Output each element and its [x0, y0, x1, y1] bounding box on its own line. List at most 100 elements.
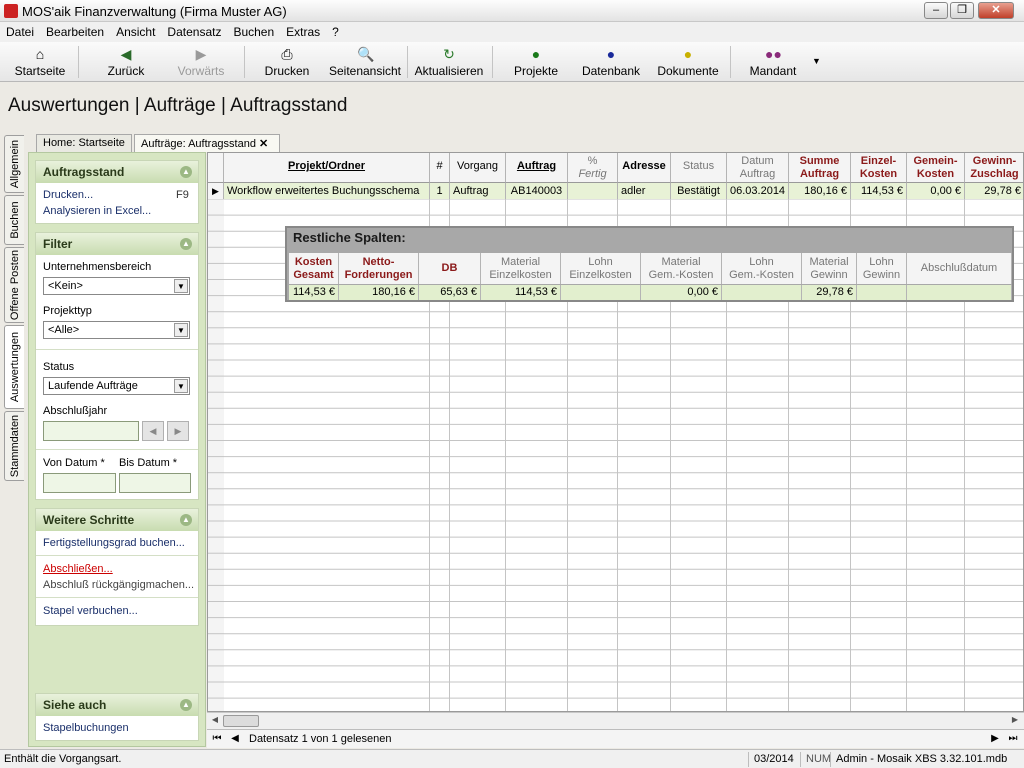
fertigstellungsgrad-link[interactable]: Fertigstellungsgrad buchen... — [43, 537, 185, 549]
rcol-header-lohn-gk[interactable]: Lohn Gem.-Kosten — [722, 253, 802, 284]
col-header-einzel[interactable]: Einzel- Kosten — [851, 153, 907, 183]
panel-header[interactable]: Weitere Schritte ▲ — [36, 509, 198, 531]
datenbank-button[interactable]: ● Datenbank — [578, 44, 644, 80]
zurueck-button[interactable]: ◀ Zurück — [100, 44, 152, 80]
tab-auftragsstand[interactable]: Aufträge: Auftragsstand ✕ — [134, 134, 280, 152]
cell-gewinn[interactable]: 29,78 € — [965, 183, 1023, 199]
bis-datum-input[interactable] — [119, 473, 191, 493]
rcell-lohn-gewinn[interactable] — [857, 285, 907, 300]
menu-datei[interactable]: Datei — [0, 22, 40, 39]
menu-ansicht[interactable]: Ansicht — [110, 22, 161, 39]
rcol-header-abschlussdatum[interactable]: Abschlußdatum — [907, 253, 1012, 284]
rcol-header-lohn-gewinn[interactable]: Lohn Gewinn — [857, 253, 907, 284]
vtab-offene-posten[interactable]: Offene Posten — [4, 247, 24, 323]
col-header-nr[interactable]: # — [430, 153, 450, 183]
menu-extras[interactable]: Extras — [280, 22, 326, 39]
collapse-icon[interactable]: ▲ — [180, 699, 192, 711]
stapel-verbuchen-link[interactable]: Stapel verbuchen... — [43, 605, 138, 617]
col-header-datum[interactable]: Datum Auftrag — [727, 153, 789, 183]
col-header-gemein[interactable]: Gemein- Kosten — [907, 153, 965, 183]
menu-datensatz[interactable]: Datensatz — [161, 22, 227, 39]
rcol-header-material-gk[interactable]: Material Gem.-Kosten — [641, 253, 722, 284]
collapse-icon[interactable]: ▲ — [180, 514, 192, 526]
collapse-icon[interactable]: ▲ — [180, 166, 192, 178]
rcol-header-material-ek[interactable]: Material Einzelkosten — [481, 253, 561, 284]
rcell-netto[interactable]: 180,16 € — [339, 285, 419, 300]
cell-auftrag[interactable]: AB140003 — [506, 183, 568, 199]
menu-help[interactable]: ? — [326, 22, 345, 39]
rcell-material-ek[interactable]: 114,53 € — [481, 285, 561, 300]
von-datum-input[interactable] — [43, 473, 116, 493]
scroll-right-icon[interactable]: ▶ — [1009, 715, 1021, 727]
drucken-button[interactable]: ⎙ Drucken — [258, 44, 316, 80]
drucken-link[interactable]: Drucken... — [43, 189, 93, 201]
last-record-icon[interactable]: ⏭ — [1005, 731, 1021, 747]
cell-einzel[interactable]: 114,53 € — [851, 183, 907, 199]
dokumente-button[interactable]: ● Dokumente — [654, 44, 722, 80]
panel-header[interactable]: Auftragsstand ▲ — [36, 161, 198, 183]
rcol-header-netto[interactable]: Netto- Forderungen — [339, 253, 419, 284]
cell-summe[interactable]: 180,16 € — [789, 183, 851, 199]
scroll-thumb[interactable] — [223, 715, 259, 727]
projekte-button[interactable]: ● Projekte — [508, 44, 564, 80]
cell-projekt[interactable]: Workflow erweitertes Buchungsschema — [224, 183, 430, 199]
col-header-fertig[interactable]: % Fertig — [568, 153, 618, 183]
cell-fertig[interactable] — [568, 183, 618, 199]
seitenansicht-button[interactable]: 🔍 Seitenansicht — [326, 44, 404, 80]
col-header-vorgang[interactable]: Vorgang — [450, 153, 506, 183]
collapse-icon[interactable]: ▲ — [180, 238, 192, 250]
mandant-button[interactable]: ●● Mandant — [744, 44, 802, 80]
cell-vorgang[interactable]: Auftrag — [450, 183, 506, 199]
cell-adresse[interactable]: adler — [618, 183, 671, 199]
rcol-header-db[interactable]: DB — [419, 253, 481, 284]
col-header-status[interactable]: Status — [671, 153, 727, 183]
prev-record-icon[interactable]: ◀ — [227, 731, 243, 747]
rcol-header-lohn-ek[interactable]: Lohn Einzelkosten — [561, 253, 641, 284]
vtab-stammdaten[interactable]: Stammdaten — [4, 411, 24, 481]
menu-buchen[interactable]: Buchen — [227, 22, 280, 39]
rcell-material-gk[interactable]: 0,00 € — [641, 285, 722, 300]
cell-datum[interactable]: 06.03.2014 — [727, 183, 789, 199]
chevron-down-icon[interactable]: ▼ — [174, 379, 188, 393]
cell-gemein[interactable]: 0,00 € — [907, 183, 965, 199]
rcell-abschlussdatum[interactable] — [907, 285, 1012, 300]
first-record-icon[interactable]: ⏮ — [209, 731, 225, 747]
close-tab-icon[interactable]: ✕ — [259, 138, 268, 150]
close-button[interactable]: ✕ — [978, 2, 1014, 19]
vtab-buchen[interactable]: Buchen — [4, 195, 24, 245]
panel-header[interactable]: Siehe auch ▲ — [36, 694, 198, 716]
status-select[interactable]: Laufende Aufträge ▼ — [43, 377, 190, 395]
menu-bearbeiten[interactable]: Bearbeiten — [40, 22, 110, 39]
horizontal-scrollbar[interactable]: ◀ ▶ — [207, 712, 1024, 729]
cell-status[interactable]: Bestätigt — [671, 183, 727, 199]
cell-nr[interactable]: 1 — [430, 183, 450, 199]
projekttyp-select[interactable]: <Alle> ▼ — [43, 321, 190, 339]
vorwaerts-button[interactable]: ▶ Vorwärts — [172, 44, 230, 80]
chevron-down-icon[interactable]: ▼ — [174, 279, 188, 293]
scroll-left-icon[interactable]: ◀ — [209, 715, 221, 727]
unternehmensbereich-select[interactable]: <Kein> ▼ — [43, 277, 190, 295]
col-header-summe[interactable]: Summe Auftrag — [789, 153, 851, 183]
col-header-gewinn[interactable]: Gewinn- Zuschlag — [965, 153, 1023, 183]
rcell-db[interactable]: 65,63 € — [419, 285, 481, 300]
next-record-icon[interactable]: ▶ — [987, 731, 1003, 747]
tab-home[interactable]: Home: Startseite — [36, 134, 132, 152]
vtab-auswertungen[interactable]: Auswertungen — [4, 325, 24, 409]
excel-link[interactable]: Analysieren in Excel... — [43, 205, 151, 217]
abschlussjahr-input[interactable] — [43, 421, 139, 441]
abschluss-rueckgaengig-link[interactable]: Abschluß rückgängigmachen... — [43, 579, 194, 591]
rcol-header-material-gewinn[interactable]: Material Gewinn — [802, 253, 857, 284]
rcell-kosten[interactable]: 114,53 € — [289, 285, 339, 300]
rcell-lohn-ek[interactable] — [561, 285, 641, 300]
next-year-button[interactable]: ▶ — [167, 421, 189, 441]
panel-header[interactable]: Filter ▲ — [36, 233, 198, 255]
aktualisieren-button[interactable]: ↻ Aktualisieren — [412, 44, 486, 80]
prev-year-button[interactable]: ◀ — [142, 421, 164, 441]
col-header-adresse[interactable]: Adresse — [618, 153, 671, 183]
row-pointer-icon[interactable]: ▶ — [208, 183, 224, 199]
rcol-header-kosten[interactable]: Kosten Gesamt — [289, 253, 339, 284]
col-header-projekt[interactable]: Projekt/Ordner — [224, 153, 430, 183]
rcell-lohn-gk[interactable] — [722, 285, 802, 300]
mandant-dropdown-icon[interactable]: ▼ — [812, 56, 821, 66]
maximize-button[interactable]: ❐ — [950, 2, 974, 19]
